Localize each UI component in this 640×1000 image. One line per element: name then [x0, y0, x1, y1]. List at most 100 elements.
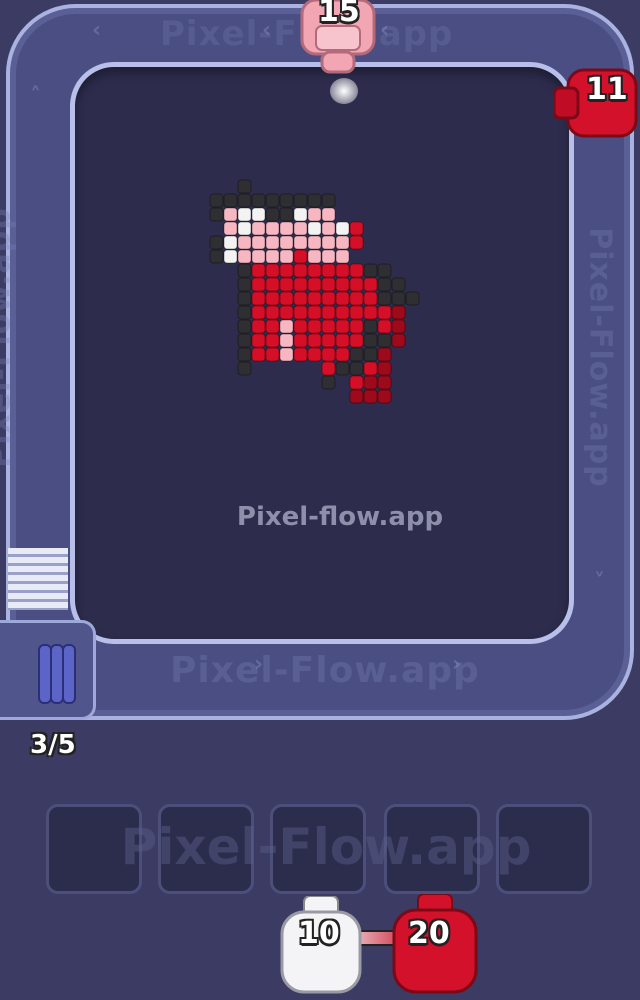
pixel-block — [321, 249, 336, 264]
pixel-block — [265, 319, 280, 334]
queue-count: 20 — [408, 916, 450, 951]
pixel-block — [237, 263, 252, 278]
pixel-block — [265, 193, 280, 208]
pixel-block — [349, 235, 364, 250]
pixel-block — [293, 207, 308, 222]
pixel-block — [307, 193, 322, 208]
pixel-block — [363, 333, 378, 348]
track-capacity: 3/5 — [30, 730, 76, 760]
queue-shooter-red[interactable]: 20 — [390, 894, 480, 1000]
pixel-block — [251, 249, 266, 264]
pixel-block — [377, 389, 392, 404]
pixel-block — [349, 333, 364, 348]
pixel-block — [251, 207, 266, 222]
pixel-block — [265, 291, 280, 306]
pixel-block — [251, 305, 266, 320]
pixel-block — [377, 263, 392, 278]
shooter-pink[interactable]: 15 — [298, 0, 378, 80]
pixel-block — [237, 249, 252, 264]
pixel-block — [209, 235, 224, 250]
pixel-block — [405, 291, 420, 306]
pixel-block — [349, 263, 364, 278]
queue-shooter-white[interactable]: 10 — [276, 896, 366, 1000]
pixel-block — [265, 235, 280, 250]
pixel-block — [279, 305, 294, 320]
pixel-block — [307, 249, 322, 264]
pixel-block — [265, 333, 280, 348]
pixel-block — [223, 207, 238, 222]
shooter-count: 11 — [586, 72, 628, 107]
pixel-block — [293, 249, 308, 264]
pixel-block — [377, 319, 392, 334]
pixel-block — [237, 361, 252, 376]
pixel-block — [237, 277, 252, 292]
pixel-block — [209, 249, 224, 264]
pixel-block — [307, 305, 322, 320]
pixel-block — [349, 375, 364, 390]
pixel-block — [349, 347, 364, 362]
pixel-block — [265, 221, 280, 236]
pixel-block — [321, 375, 336, 390]
pixel-block — [251, 347, 266, 362]
pixel-block — [377, 347, 392, 362]
pixel-block — [335, 221, 350, 236]
pixel-block — [251, 221, 266, 236]
pixel-block — [237, 291, 252, 306]
pixel-block — [223, 235, 238, 250]
pixel-block — [363, 263, 378, 278]
pixel-block — [237, 333, 252, 348]
pixel-block — [377, 375, 392, 390]
track-entrance — [8, 548, 68, 610]
pixel-block — [363, 291, 378, 306]
pixel-block — [335, 333, 350, 348]
pixel-block — [307, 277, 322, 292]
pixel-block — [335, 235, 350, 250]
pixel-block — [335, 319, 350, 334]
pixel-block — [251, 291, 266, 306]
pixel-block — [349, 221, 364, 236]
pixel-block — [307, 333, 322, 348]
pixel-block — [279, 193, 294, 208]
pixel-block — [265, 263, 280, 278]
pixel-block — [237, 179, 252, 194]
bullet — [330, 78, 358, 104]
pixel-block — [335, 361, 350, 376]
pixel-block — [279, 249, 294, 264]
pixel-block — [321, 319, 336, 334]
pixel-block — [307, 347, 322, 362]
pixel-block — [223, 221, 238, 236]
pixel-block — [237, 221, 252, 236]
queue-count: 10 — [298, 916, 340, 951]
pixel-block — [307, 291, 322, 306]
pixel-block — [251, 333, 266, 348]
pixel-block — [335, 347, 350, 362]
pixel-block — [265, 277, 280, 292]
stack-disc — [62, 644, 76, 704]
shooter-count: 15 — [318, 0, 360, 29]
pixel-block — [237, 319, 252, 334]
pixel-block — [363, 347, 378, 362]
pixel-block — [335, 263, 350, 278]
pixel-block — [237, 207, 252, 222]
pixel-block — [279, 235, 294, 250]
pixel-block — [223, 249, 238, 264]
pixel-block — [293, 263, 308, 278]
pixel-block — [293, 235, 308, 250]
pixel-block — [321, 361, 336, 376]
pixel-block — [377, 305, 392, 320]
pixel-block — [391, 319, 406, 334]
pixel-block — [335, 277, 350, 292]
pixel-block — [237, 347, 252, 362]
pixel-block — [349, 319, 364, 334]
pixel-block — [279, 221, 294, 236]
pixel-block — [307, 319, 322, 334]
pixel-block — [293, 291, 308, 306]
pixel-block — [307, 263, 322, 278]
shooter-red[interactable]: 11 — [554, 64, 640, 142]
pixel-block — [265, 305, 280, 320]
pixel-block — [377, 361, 392, 376]
pixel-block — [251, 319, 266, 334]
pixel-block — [349, 277, 364, 292]
pixel-block — [321, 263, 336, 278]
pixel-block — [251, 235, 266, 250]
